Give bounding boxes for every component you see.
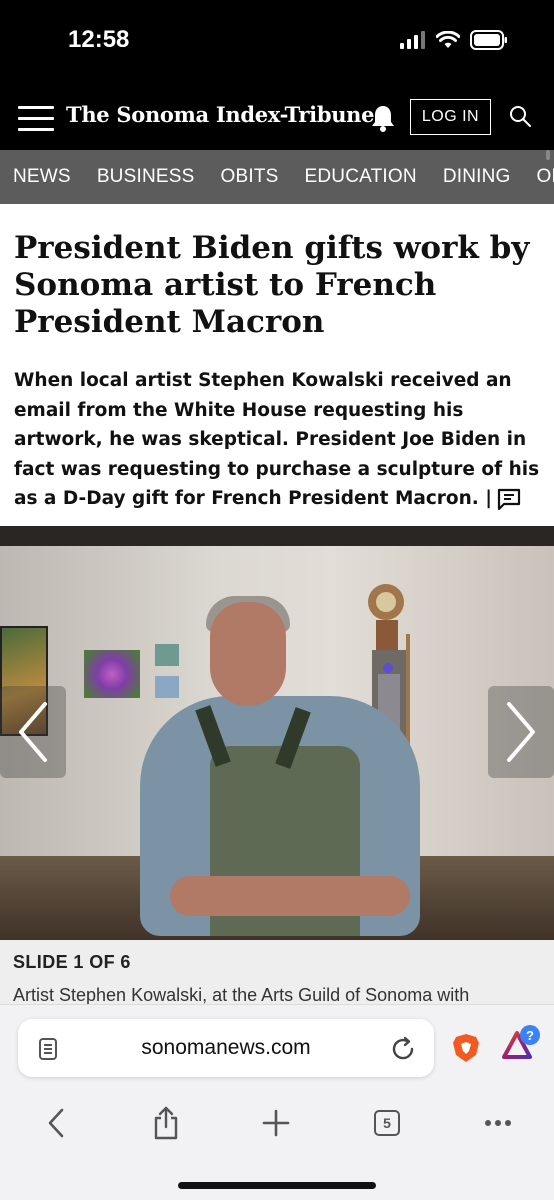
tabs-button[interactable]: 5 xyxy=(367,1105,407,1141)
back-button[interactable] xyxy=(36,1105,76,1141)
photo-painting-flower xyxy=(84,650,140,698)
site-logo[interactable]: The Sonoma Index-Tribune xyxy=(66,102,375,127)
article-headline: President Biden gifts work by Sonoma art… xyxy=(14,230,530,340)
wifi-icon xyxy=(436,31,460,48)
article-dek: When local artist Stephen Kowalski recei… xyxy=(14,366,544,514)
photo-caption: Artist Stephen Kowalski, at the Arts Gui… xyxy=(13,985,470,1005)
nav-item-obits[interactable]: OBITS xyxy=(208,166,292,188)
chevron-left-icon xyxy=(19,702,47,762)
browser-bottom-bar: sonomanews.com ? 5 xyxy=(0,1004,554,1200)
nav-item-business[interactable]: BUSINESS xyxy=(84,166,208,188)
nav-item-dining[interactable]: DINING xyxy=(430,166,524,188)
scrollbar[interactable] xyxy=(546,150,550,160)
status-icons xyxy=(400,30,508,50)
photo-subject-arms xyxy=(170,876,410,916)
chevron-right-icon xyxy=(507,702,535,762)
url-text[interactable]: sonomanews.com xyxy=(18,1036,434,1060)
plus-icon xyxy=(262,1109,290,1137)
status-bar: 12:58 xyxy=(0,0,554,88)
cellular-signal-icon xyxy=(400,31,425,49)
article-dek-text: When local artist Stephen Kowalski recei… xyxy=(14,370,540,509)
menu-icon[interactable] xyxy=(18,106,54,132)
next-slide-button[interactable] xyxy=(488,686,554,778)
brave-shields-icon[interactable] xyxy=(452,1033,480,1063)
article-header: President Biden gifts work by Sonoma art… xyxy=(0,204,554,526)
photo-painting-small xyxy=(155,644,179,666)
nav-item-news[interactable]: NEWS xyxy=(0,166,84,188)
gallery-ceiling xyxy=(0,526,554,546)
nav-item-opinion[interactable]: OPI xyxy=(524,166,554,188)
more-menu-button[interactable] xyxy=(478,1105,518,1141)
photo-painting-small xyxy=(155,676,179,698)
tab-count: 5 xyxy=(374,1110,400,1136)
share-icon xyxy=(154,1106,178,1140)
dek-separator: | xyxy=(485,488,493,509)
bell-icon[interactable] xyxy=(370,104,396,132)
login-button[interactable]: LOG IN xyxy=(410,99,491,135)
chevron-back-icon xyxy=(48,1108,64,1138)
slide-counter: SLIDE 1 OF 6 xyxy=(13,952,131,972)
reload-icon[interactable] xyxy=(390,1036,416,1062)
share-button[interactable] xyxy=(146,1105,186,1141)
search-icon[interactable] xyxy=(508,104,532,128)
rewards-notification-badge: ? xyxy=(520,1025,540,1045)
section-nav: NEWS BUSINESS OBITS EDUCATION DINING OPI xyxy=(0,150,554,204)
comment-icon[interactable] xyxy=(496,487,522,511)
photo-subject-face xyxy=(210,602,286,706)
status-time: 12:58 xyxy=(68,26,130,53)
previous-slide-button[interactable] xyxy=(0,686,66,778)
battery-icon xyxy=(470,30,507,50)
new-tab-button[interactable] xyxy=(256,1105,296,1141)
home-indicator[interactable] xyxy=(178,1182,376,1189)
nav-item-education[interactable]: EDUCATION xyxy=(292,166,430,188)
browser-toolbar: 5 xyxy=(0,1101,554,1145)
site-header: The Sonoma Index-Tribune LOG IN xyxy=(0,88,554,150)
address-bar[interactable]: sonomanews.com xyxy=(18,1019,434,1077)
more-icon xyxy=(485,1120,511,1126)
photo-gallery[interactable] xyxy=(0,526,554,940)
page-info-icon[interactable] xyxy=(38,1037,58,1061)
